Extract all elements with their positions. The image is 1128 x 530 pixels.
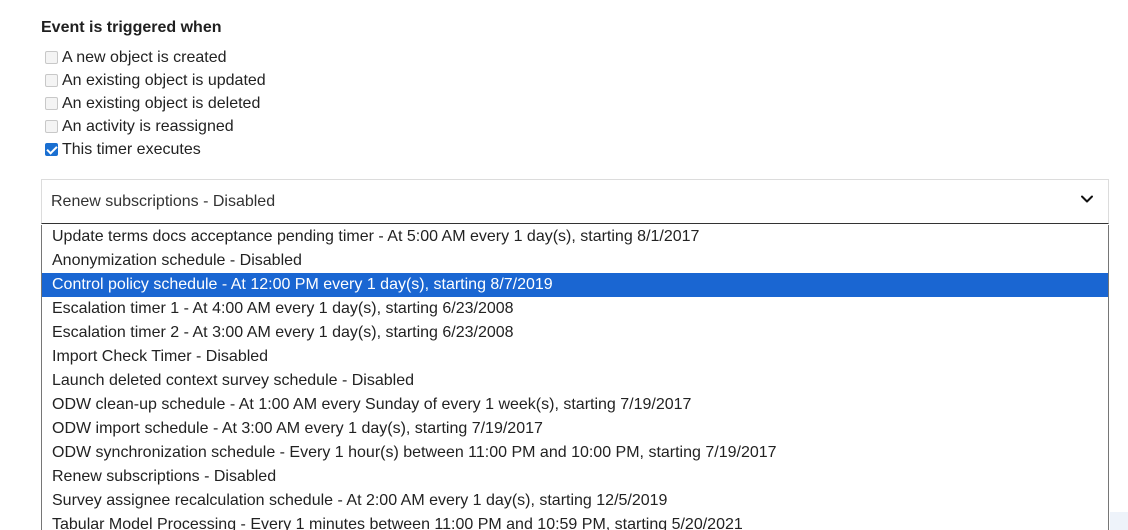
timer-select[interactable]: Renew subscriptions - Disabled [41, 179, 1109, 224]
dropdown-option[interactable]: Survey assignee recalculation schedule -… [42, 489, 1108, 513]
trigger-checkbox-list: A new object is created An existing obje… [45, 46, 266, 161]
dropdown-option[interactable]: ODW synchronization schedule - Every 1 h… [42, 441, 1108, 465]
select-value: Renew subscriptions - Disabled [51, 192, 276, 210]
dropdown-option[interactable]: Escalation timer 2 - At 3:00 AM every 1 … [42, 321, 1108, 345]
dropdown-option[interactable]: Escalation timer 1 - At 4:00 AM every 1 … [42, 297, 1108, 321]
dropdown-option[interactable]: Renew subscriptions - Disabled [42, 465, 1108, 489]
checkbox-label: A new object is created [62, 49, 227, 66]
dropdown-option[interactable]: Update terms docs acceptance pending tim… [42, 225, 1108, 249]
dropdown-option[interactable]: Control policy schedule - At 12:00 PM ev… [42, 273, 1108, 297]
checkbox-row-object-created[interactable]: A new object is created [45, 46, 266, 69]
dropdown-option[interactable]: Launch deleted context survey schedule -… [42, 369, 1108, 393]
scroll-corner [1110, 512, 1128, 530]
dropdown-option[interactable]: ODW clean-up schedule - At 1:00 AM every… [42, 393, 1108, 417]
checkbox-activity-reassigned[interactable] [45, 120, 58, 133]
checkbox-row-activity-reassigned[interactable]: An activity is reassigned [45, 115, 266, 138]
checkbox-object-deleted[interactable] [45, 97, 58, 110]
checkbox-row-object-deleted[interactable]: An existing object is deleted [45, 92, 266, 115]
checkbox-row-object-updated[interactable]: An existing object is updated [45, 69, 266, 92]
checkbox-timer-executes[interactable] [45, 143, 58, 156]
timer-dropdown-list: Update terms docs acceptance pending tim… [41, 225, 1109, 530]
dropdown-option[interactable]: ODW import schedule - At 3:00 AM every 1… [42, 417, 1108, 441]
section-title: Event is triggered when [41, 19, 222, 36]
checkbox-label: This timer executes [62, 141, 201, 158]
checkbox-object-created[interactable] [45, 51, 58, 64]
checkbox-row-timer-executes[interactable]: This timer executes [45, 138, 266, 161]
checkbox-label: An existing object is updated [62, 72, 266, 89]
checkbox-label: An existing object is deleted [62, 95, 261, 112]
dropdown-option[interactable]: Anonymization schedule - Disabled [42, 249, 1108, 273]
dropdown-option[interactable]: Tabular Model Processing - Every 1 minut… [42, 513, 1108, 530]
checkbox-label: An activity is reassigned [62, 118, 234, 135]
dropdown-option[interactable]: Import Check Timer - Disabled [42, 345, 1108, 369]
checkbox-object-updated[interactable] [45, 74, 58, 87]
chevron-down-icon [1081, 195, 1093, 203]
